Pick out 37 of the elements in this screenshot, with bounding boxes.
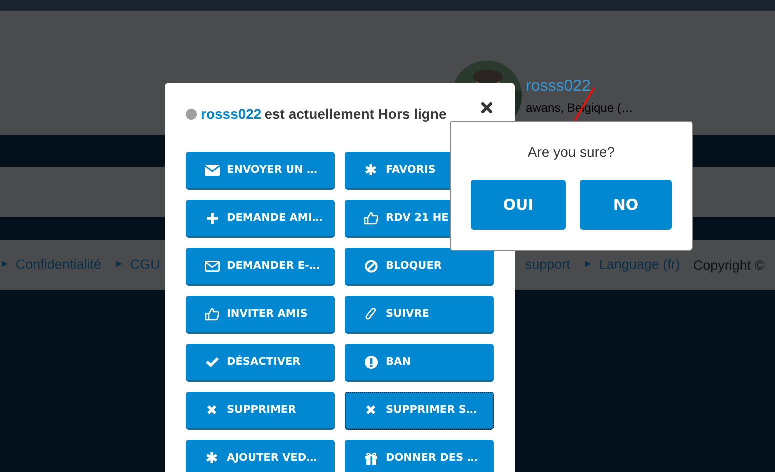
copyright-text: Copyright © xyxy=(693,258,765,272)
envelope-icon xyxy=(204,260,220,272)
action-button[interactable]: DEMANDE AMI… xyxy=(186,200,335,238)
action-button[interactable]: BAN xyxy=(345,344,494,382)
action-button[interactable]: BLOQUER xyxy=(345,248,494,286)
status-text: est actuellement Hors ligne xyxy=(264,106,447,122)
action-button[interactable]: DÉSACTIVER xyxy=(186,344,335,382)
action-button[interactable]: INVITER AMIS xyxy=(186,296,335,334)
plus-icon xyxy=(206,212,218,224)
asterisk-icon xyxy=(365,164,377,176)
action-button[interactable]: ENVOYER UN … xyxy=(186,152,335,190)
check-icon xyxy=(206,357,218,367)
x-icon xyxy=(207,405,217,415)
username-link[interactable]: rosss022 xyxy=(526,77,634,97)
thumbs-up-icon xyxy=(204,308,220,320)
action-button[interactable]: DONNER DES … xyxy=(345,440,494,472)
close-icon[interactable] xyxy=(481,102,493,114)
gift-icon xyxy=(364,452,378,464)
action-button[interactable]: SUPPRIMER S… xyxy=(345,392,494,430)
exclamation-icon xyxy=(364,356,378,368)
bullet-icon: ► xyxy=(114,257,124,273)
asterisk-icon xyxy=(206,452,218,464)
action-button[interactable]: DEMANDER E-… xyxy=(186,248,335,286)
paperclip-icon xyxy=(365,307,377,321)
x-icon xyxy=(366,405,376,415)
envelope-icon xyxy=(204,164,220,176)
confirm-button[interactable]: NO xyxy=(580,180,672,230)
username-link[interactable]: rosss022 xyxy=(201,106,262,122)
thumbs-up-icon xyxy=(364,212,378,224)
confirm-question: Are you sure? xyxy=(528,143,616,161)
bullet-icon: ► xyxy=(0,257,10,273)
bullet-icon: ► xyxy=(583,257,594,273)
confirm-button[interactable]: OUI xyxy=(471,180,566,230)
ban-icon xyxy=(364,260,378,272)
action-button[interactable]: SUIVRE xyxy=(345,296,494,334)
action-button[interactable]: SUPPRIMER xyxy=(186,392,335,430)
action-button[interactable]: AJOUTER VED… xyxy=(186,440,335,472)
